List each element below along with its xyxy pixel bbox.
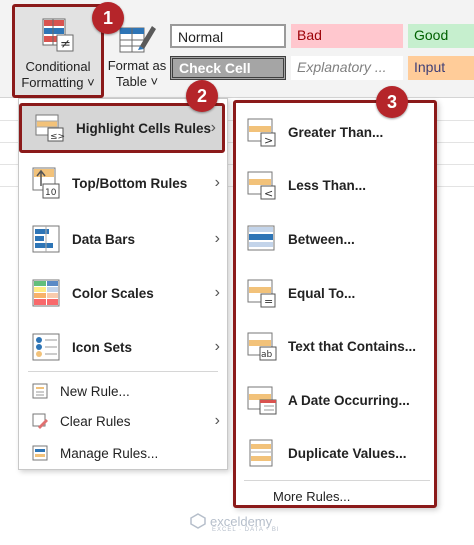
menu-item-label: Manage Rules...	[60, 445, 159, 461]
top-bottom-icon: 10	[30, 166, 62, 200]
submenu-item-less-than[interactable]: < Less Than...	[246, 165, 432, 205]
menu-item-new-rule[interactable]: New Rule...	[30, 378, 226, 404]
chevron-right-icon: ›	[210, 119, 216, 136]
format-as-table-button[interactable]: Format as Table ˅	[106, 22, 166, 94]
submenu-item-between[interactable]: Between...	[246, 219, 432, 259]
submenu-item-greater-than[interactable]: > Greater Than...	[246, 112, 432, 152]
chevron-right-icon: ›	[214, 230, 220, 247]
icon-sets-icon	[30, 330, 62, 364]
menu-item-label: Data Bars	[72, 231, 136, 247]
submenu-separator	[244, 480, 430, 481]
submenu-item-label: A Date Occurring...	[288, 392, 410, 408]
submenu-item-label: Between...	[288, 231, 355, 247]
submenu-item-more-rules[interactable]: More Rules...	[273, 486, 433, 506]
duplicate-values-icon	[246, 436, 278, 470]
format-as-table-label: Format as Table ˅	[107, 58, 167, 89]
svg-text:10: 10	[45, 188, 57, 198]
submenu-item-label: Duplicate Values...	[288, 445, 407, 461]
submenu-item-label: Equal To...	[288, 285, 356, 301]
menu-item-data-bars[interactable]: Data Bars ›	[30, 216, 226, 262]
svg-text:≠: ≠	[60, 37, 71, 52]
svg-text:≤>: ≤>	[50, 132, 65, 142]
color-scales-icon	[30, 276, 62, 310]
menu-item-highlight-cells-rules[interactable]: ≤> Highlight Cells Rules ›	[19, 103, 225, 153]
conditional-formatting-label: Conditional Formatting ˅	[21, 59, 95, 90]
less-than-icon: <	[246, 168, 278, 202]
menu-item-icon-sets[interactable]: Icon Sets ›	[30, 324, 226, 370]
chevron-right-icon: ›	[214, 284, 220, 301]
svg-text:>: >	[264, 134, 273, 147]
text-contains-icon: ab	[246, 329, 278, 363]
menu-item-color-scales[interactable]: Color Scales ›	[30, 270, 226, 316]
submenu-item-equal-to[interactable]: = Equal To...	[246, 273, 432, 313]
svg-text:ab: ab	[261, 350, 273, 360]
watermark-tagline: EXCEL · DATA · BI	[212, 527, 280, 533]
submenu-item-label: Greater Than...	[288, 124, 384, 140]
style-explanatory[interactable]: Explanatory ...	[291, 56, 403, 80]
submenu-item-label: More Rules...	[273, 488, 351, 504]
equal-to-icon: =	[246, 276, 278, 310]
menu-item-clear-rules[interactable]: Clear Rules ›	[30, 408, 226, 434]
svg-text:=: =	[264, 295, 273, 308]
svg-text:<: <	[264, 187, 273, 200]
submenu-item-text-contains[interactable]: ab Text that Contains...	[246, 326, 432, 366]
clear-rules-icon	[30, 411, 50, 431]
date-occurring-icon	[246, 383, 278, 417]
callout-badge-3: 3	[376, 86, 408, 118]
menu-item-top-bottom-rules[interactable]: 10 Top/Bottom Rules ›	[30, 160, 226, 206]
style-input[interactable]: Input	[408, 56, 474, 80]
new-rule-icon	[30, 381, 50, 401]
submenu-item-label: Text that Contains...	[288, 338, 417, 354]
ribbon: ≠ Conditional Formatting ˅ Format as Tab…	[0, 0, 474, 98]
menu-item-label: New Rule...	[60, 383, 130, 399]
exceldemy-logo-icon	[190, 513, 206, 529]
greater-than-icon: >	[246, 115, 278, 149]
format-as-table-icon	[119, 26, 156, 53]
conditional-formatting-icon: ≠	[42, 18, 74, 52]
menu-item-label: Icon Sets	[72, 339, 133, 355]
chevron-right-icon: ›	[214, 412, 220, 429]
style-check-cell[interactable]: Check Cell	[170, 56, 286, 80]
style-good[interactable]: Good	[408, 24, 474, 48]
callout-badge-2: 2	[186, 80, 218, 112]
manage-rules-icon	[30, 443, 50, 463]
conditional-formatting-button[interactable]: ≠ Conditional Formatting ˅	[12, 4, 104, 98]
chevron-right-icon: ›	[214, 338, 220, 355]
menu-item-label: Clear Rules	[60, 413, 131, 429]
chevron-right-icon: ›	[214, 174, 220, 191]
menu-item-label: Color Scales	[72, 285, 154, 301]
submenu-item-duplicate-values[interactable]: Duplicate Values...	[246, 433, 432, 473]
style-bad[interactable]: Bad	[291, 24, 403, 48]
submenu-item-label: Less Than...	[288, 177, 367, 193]
menu-separator	[28, 371, 218, 372]
style-normal[interactable]: Normal	[170, 24, 286, 48]
highlight-cells-icon: ≤>	[34, 111, 66, 145]
watermark: exceldemy EXCEL · DATA · BI	[190, 513, 279, 533]
menu-item-label: Top/Bottom Rules	[72, 175, 188, 191]
between-icon	[246, 222, 278, 256]
menu-item-manage-rules[interactable]: Manage Rules...	[30, 440, 226, 466]
data-bars-icon	[30, 222, 62, 256]
callout-badge-1: 1	[92, 2, 124, 34]
menu-item-label: Highlight Cells Rules	[76, 120, 212, 136]
submenu-item-date-occurring[interactable]: A Date Occurring...	[246, 380, 432, 420]
